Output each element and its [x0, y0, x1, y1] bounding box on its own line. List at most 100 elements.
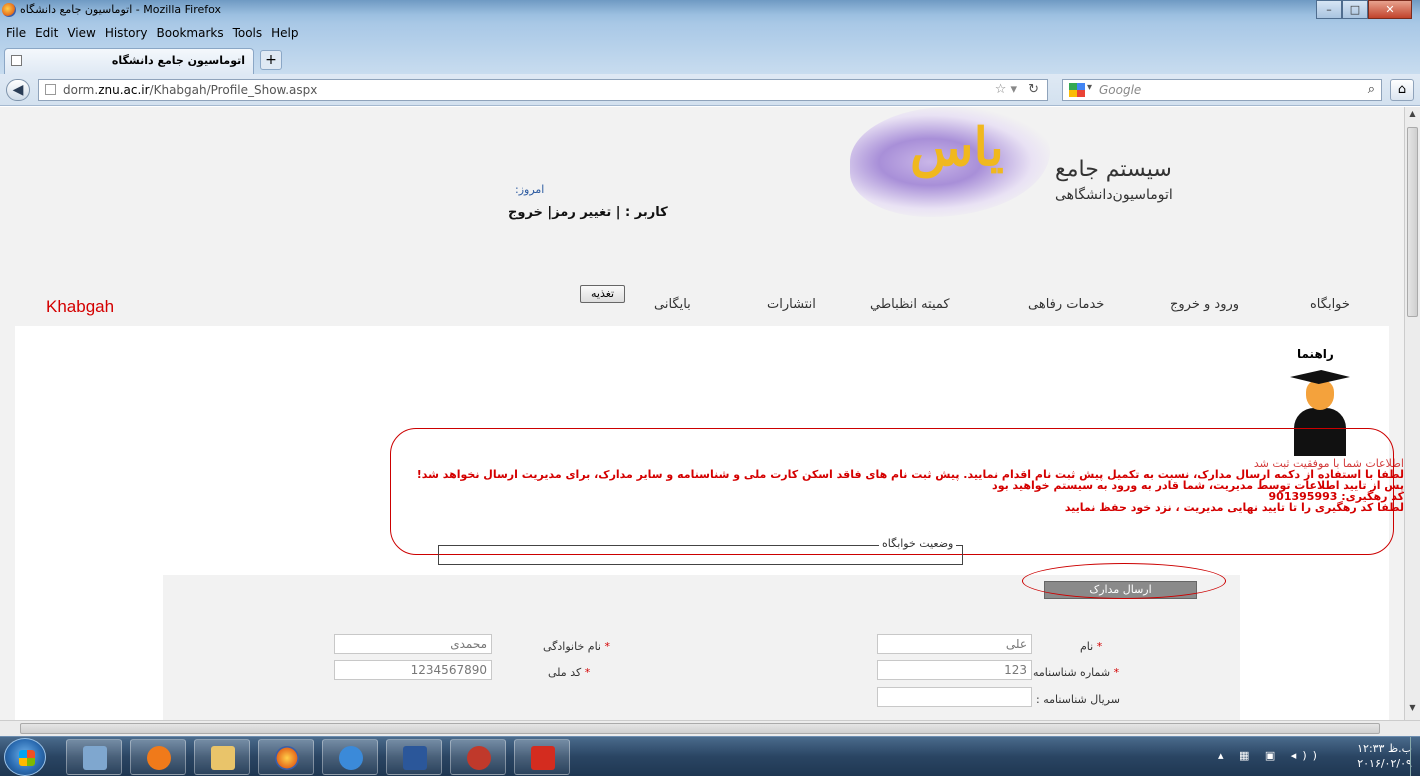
menu-bookmarks[interactable]: Bookmarks	[153, 24, 227, 40]
search-engine-dropdown-icon[interactable]: ▾	[1087, 82, 1092, 93]
app-d-taskbar-button[interactable]	[450, 739, 506, 775]
menu-help[interactable]: Help	[267, 24, 301, 40]
clock-date: ۲۰۱۶/۰۲/۰۹	[1357, 757, 1412, 770]
scroll-down-icon[interactable]: ▼	[1407, 703, 1418, 717]
national-code-label: * کد ملی	[548, 666, 591, 679]
nav-item-archive[interactable]: بایگانی	[654, 297, 691, 312]
calculator-taskbar-button[interactable]	[66, 739, 122, 775]
google-icon[interactable]	[1069, 83, 1085, 97]
status-messages: اطلاعات شما با موفقیت ثبت شد لطفا با است…	[395, 458, 1404, 513]
nav-item-dormitory[interactable]: خوابگاه	[1310, 297, 1350, 312]
firefox-taskbar-button[interactable]	[258, 739, 314, 775]
menu-edit[interactable]: Edit	[31, 24, 61, 40]
system-tray: ▴ ▦ ▣ ◂)) ۱۲:۳۳ ب.ظ ۲۰۱۶/۰۲/۰۹	[1210, 737, 1420, 776]
ie-taskbar-button[interactable]	[322, 739, 378, 775]
minimize-button[interactable]: –	[1316, 0, 1342, 19]
menu-tools[interactable]: Tools	[229, 24, 266, 40]
system-subtitle: اتوماسیون‌دانشگاهی	[1055, 187, 1173, 203]
graduate-avatar-icon[interactable]	[1288, 364, 1352, 456]
site-header: یاس سیستم جامع اتوماسیون‌دانشگاهی امروز:…	[0, 107, 1404, 322]
nav-item-welfare[interactable]: خدمات رفاهی	[1028, 297, 1104, 312]
national-code-field[interactable]: 1234567890	[334, 660, 492, 680]
menu-bar: File Edit View History Bookmarks Tools Help	[0, 24, 1420, 44]
search-icon[interactable]: ⌕	[1368, 82, 1375, 97]
clock-time: ۱۲:۳۳ ب.ظ	[1357, 742, 1412, 755]
search-bar[interactable]: ▾ Google ⌕	[1062, 79, 1382, 101]
reload-icon[interactable]: ↻	[1028, 82, 1039, 97]
page-icon	[11, 55, 22, 66]
window-titlebar: اتوماسیون جامع دانشگاه - Mozilla Firefox…	[0, 0, 1420, 24]
horizontal-scroll-thumb[interactable]	[20, 723, 1380, 734]
show-desktop-button[interactable]	[1410, 737, 1420, 776]
calculator-icon	[83, 746, 107, 770]
tab-strip: اتوماسیون جامع دانشگاه +	[0, 44, 1420, 74]
last-name-label: * نام خانوادگی	[543, 640, 610, 653]
explorer-taskbar-button[interactable]	[194, 739, 250, 775]
menu-file[interactable]: File	[2, 24, 29, 40]
browser-tab[interactable]: اتوماسیون جامع دانشگاه	[4, 48, 254, 74]
word-taskbar-button[interactable]	[386, 739, 442, 775]
windows-taskbar: ▴ ▦ ▣ ◂)) ۱۲:۳۳ ب.ظ ۲۰۱۶/۰۲/۰۹	[0, 736, 1420, 776]
windows-logo-icon	[19, 750, 35, 766]
vertical-scrollbar[interactable]: ▲ ▼	[1404, 107, 1420, 720]
serial-label: سریال شناسنامه :	[1036, 693, 1120, 706]
page-viewport: یاس سیستم جامع اتوماسیون‌دانشگاهی امروز:…	[0, 107, 1404, 720]
url-text: dorm.znu.ac.ir/Khabgah/Profile_Show.aspx	[63, 83, 317, 97]
close-button[interactable]: ✕	[1368, 0, 1412, 19]
tray-clock[interactable]: ۱۲:۳۳ ب.ظ ۲۰۱۶/۰۲/۰۹	[1357, 741, 1412, 771]
last-name-field[interactable]: محمدی	[334, 634, 492, 654]
word-icon	[403, 746, 427, 770]
avatar-cap	[1289, 370, 1351, 384]
site-identity-icon[interactable]	[45, 84, 56, 95]
search-placeholder: Google	[1099, 83, 1142, 97]
horizontal-scrollbar[interactable]	[0, 720, 1420, 736]
avatar-gown	[1294, 408, 1346, 456]
folder-icon	[211, 746, 235, 770]
user-links[interactable]: کاربر : | تغییر رمز| خروج	[508, 205, 668, 220]
nav-item-publications[interactable]: انتشارات	[767, 297, 816, 312]
tab-title: اتوماسیون جامع دانشگاه	[111, 54, 245, 67]
logo-word: یاس	[910, 117, 1004, 178]
dorm-status-box: وضعیت خوابگاه	[438, 537, 963, 565]
serial-field[interactable]	[877, 687, 1032, 707]
first-name-label: * نام	[1080, 640, 1103, 653]
url-host: znu.ac.ir	[98, 83, 150, 97]
acrobat-taskbar-button[interactable]	[514, 739, 570, 775]
media-player-taskbar-button[interactable]	[130, 739, 186, 775]
scroll-up-icon[interactable]: ▲	[1407, 109, 1418, 123]
media-player-icon	[147, 746, 171, 770]
start-button[interactable]	[4, 738, 46, 776]
menu-history[interactable]: History	[101, 24, 151, 40]
vertical-scroll-thumb[interactable]	[1407, 127, 1418, 317]
profile-form: ارسال مدارک * نام علی * نام خانوادگی محم…	[163, 575, 1240, 720]
new-tab-button[interactable]: +	[260, 50, 282, 70]
nav-item-entry-exit[interactable]: ورود و خروج	[1170, 297, 1239, 312]
back-arrow-icon[interactable]: ◀	[6, 79, 30, 101]
pdf-icon	[531, 746, 555, 770]
food-button[interactable]: تغذیه	[580, 285, 626, 303]
home-icon[interactable]: ⌂	[1390, 79, 1414, 101]
url-path: /Khabgah/Profile_Show.aspx	[149, 83, 318, 97]
first-name-field[interactable]: علی	[877, 634, 1032, 654]
keep-code-message: لطفا کد رهگیری را تا تایید نهایی مدیریت …	[1064, 501, 1404, 514]
yas-logo: یاس سیستم جامع اتوماسیون‌دانشگاهی	[850, 107, 1210, 217]
send-documents-button[interactable]: ارسال مدارک	[1044, 581, 1197, 599]
system-title: سیستم جامع	[1055, 157, 1172, 182]
guide-label: راهنما	[1297, 347, 1334, 361]
app-d-icon	[467, 746, 491, 770]
nav-item-disciplinary[interactable]: کمیته انظباطي	[870, 297, 950, 312]
today-date-label: امروز:	[515, 183, 545, 196]
tray-icons[interactable]: ▴ ▦ ▣ ◂))	[1218, 749, 1323, 762]
menu-view[interactable]: View	[63, 24, 98, 40]
maximize-button[interactable]: □	[1342, 0, 1368, 19]
bookmark-star-icon[interactable]: ☆ ▾	[995, 82, 1017, 97]
firefox-icon	[275, 746, 299, 770]
url-bar[interactable]: dorm.znu.ac.ir/Khabgah/Profile_Show.aspx…	[38, 79, 1048, 101]
url-prefix: dorm.	[63, 83, 99, 97]
id-number-label: * شماره شناسنامه	[1033, 666, 1120, 679]
main-nav: Khabgah خوابگاه ورود و خروج خدمات رفاهی …	[0, 285, 1404, 316]
dorm-status-legend: وضعیت خوابگاه	[879, 537, 957, 550]
navigation-toolbar: ◀ dorm.znu.ac.ir/Khabgah/Profile_Show.as…	[0, 74, 1420, 106]
id-number-field[interactable]: 123	[877, 660, 1032, 680]
window-controls: – □ ✕	[1316, 0, 1412, 20]
